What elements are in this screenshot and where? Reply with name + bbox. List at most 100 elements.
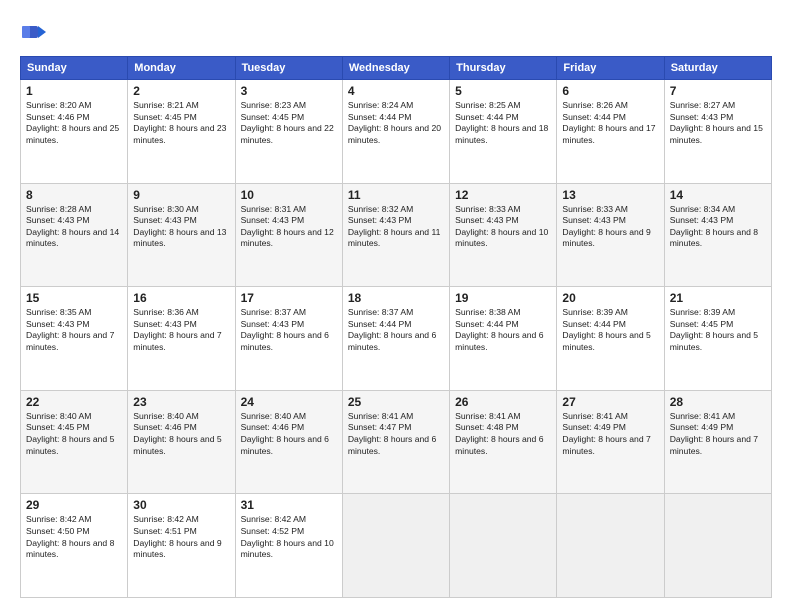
week-row-1: 1 Sunrise: 8:20 AMSunset: 4:46 PMDaylight…	[21, 80, 772, 184]
day-number: 28	[670, 395, 766, 409]
day-number: 2	[133, 84, 229, 98]
calendar-cell: 8 Sunrise: 8:28 AMSunset: 4:43 PMDaylight…	[21, 183, 128, 287]
calendar-cell: 18 Sunrise: 8:37 AMSunset: 4:44 PMDayligh…	[342, 287, 449, 391]
cell-text: Sunrise: 8:38 AMSunset: 4:44 PMDaylight:…	[455, 307, 551, 353]
calendar-cell: 17Sunrise: 8:37 AMSunset: 4:43 PMDayligh…	[235, 287, 342, 391]
cell-text: Sunrise: 8:33 AMSunset: 4:43 PMDaylight:…	[455, 204, 551, 250]
weekday-header-friday: Friday	[557, 57, 664, 80]
calendar-cell	[342, 494, 449, 598]
weekday-header-saturday: Saturday	[664, 57, 771, 80]
cell-text: Sunrise: 8:34 AMSunset: 4:43 PMDaylight:…	[670, 204, 766, 250]
calendar-cell: 2 Sunrise: 8:21 AMSunset: 4:45 PMDaylight…	[128, 80, 235, 184]
calendar-cell: 11 Sunrise: 8:32 AMSunset: 4:43 PMDayligh…	[342, 183, 449, 287]
day-number: 23	[133, 395, 229, 409]
day-number: 17	[241, 291, 337, 305]
calendar: SundayMondayTuesdayWednesdayThursdayFrid…	[20, 56, 772, 598]
cell-text: Sunrise: 8:41 AMSunset: 4:49 PMDaylight:…	[670, 411, 766, 457]
weekday-header-wednesday: Wednesday	[342, 57, 449, 80]
calendar-cell: 27 Sunrise: 8:41 AMSunset: 4:49 PMDayligh…	[557, 390, 664, 494]
calendar-cell: 23 Sunrise: 8:40 AMSunset: 4:46 PMDayligh…	[128, 390, 235, 494]
day-number: 14	[670, 188, 766, 202]
day-number: 22	[26, 395, 122, 409]
header	[20, 18, 772, 46]
day-number: 1	[26, 84, 122, 98]
cell-text: Sunrise: 8:42 AMSunset: 4:50 PMDaylight:…	[26, 514, 122, 560]
cell-text: Sunrise: 8:27 AMSunset: 4:43 PMDaylight:…	[670, 100, 766, 146]
day-number: 18	[348, 291, 444, 305]
week-row-5: 29Sunrise: 8:42 AMSunset: 4:50 PMDayligh…	[21, 494, 772, 598]
weekday-header-row: SundayMondayTuesdayWednesdayThursdayFrid…	[21, 57, 772, 80]
cell-text: Sunrise: 8:21 AMSunset: 4:45 PMDaylight:…	[133, 100, 229, 146]
cell-text: Sunrise: 8:28 AMSunset: 4:43 PMDaylight:…	[26, 204, 122, 250]
calendar-cell: 6Sunrise: 8:26 AMSunset: 4:44 PMDaylight…	[557, 80, 664, 184]
week-row-3: 15Sunrise: 8:35 AMSunset: 4:43 PMDayligh…	[21, 287, 772, 391]
calendar-cell: 5Sunrise: 8:25 AMSunset: 4:44 PMDaylight…	[450, 80, 557, 184]
day-number: 11	[348, 188, 444, 202]
cell-text: Sunrise: 8:40 AMSunset: 4:46 PMDaylight:…	[133, 411, 229, 457]
cell-text: Sunrise: 8:41 AMSunset: 4:48 PMDaylight:…	[455, 411, 551, 457]
day-number: 20	[562, 291, 658, 305]
cell-text: Sunrise: 8:41 AMSunset: 4:49 PMDaylight:…	[562, 411, 658, 457]
day-number: 30	[133, 498, 229, 512]
day-number: 31	[241, 498, 337, 512]
day-number: 15	[26, 291, 122, 305]
cell-text: Sunrise: 8:36 AMSunset: 4:43 PMDaylight:…	[133, 307, 229, 353]
weekday-header-tuesday: Tuesday	[235, 57, 342, 80]
calendar-cell: 1 Sunrise: 8:20 AMSunset: 4:46 PMDaylight…	[21, 80, 128, 184]
cell-text: Sunrise: 8:24 AMSunset: 4:44 PMDaylight:…	[348, 100, 444, 146]
day-number: 8	[26, 188, 122, 202]
calendar-cell: 19 Sunrise: 8:38 AMSunset: 4:44 PMDayligh…	[450, 287, 557, 391]
day-number: 26	[455, 395, 551, 409]
calendar-cell: 28 Sunrise: 8:41 AMSunset: 4:49 PMDayligh…	[664, 390, 771, 494]
cell-text: Sunrise: 8:31 AMSunset: 4:43 PMDaylight:…	[241, 204, 337, 250]
calendar-cell: 20 Sunrise: 8:39 AMSunset: 4:44 PMDayligh…	[557, 287, 664, 391]
calendar-cell	[557, 494, 664, 598]
cell-text: Sunrise: 8:33 AMSunset: 4:43 PMDaylight:…	[562, 204, 658, 250]
calendar-cell: 29Sunrise: 8:42 AMSunset: 4:50 PMDayligh…	[21, 494, 128, 598]
calendar-cell: 9 Sunrise: 8:30 AMSunset: 4:43 PMDaylight…	[128, 183, 235, 287]
day-number: 25	[348, 395, 444, 409]
cell-text: Sunrise: 8:39 AMSunset: 4:45 PMDaylight:…	[670, 307, 766, 353]
logo	[20, 18, 50, 46]
weekday-header-sunday: Sunday	[21, 57, 128, 80]
day-number: 21	[670, 291, 766, 305]
day-number: 16	[133, 291, 229, 305]
calendar-cell: 4 Sunrise: 8:24 AMSunset: 4:44 PMDaylight…	[342, 80, 449, 184]
calendar-cell: 3Sunrise: 8:23 AMSunset: 4:45 PMDaylight…	[235, 80, 342, 184]
calendar-cell: 24Sunrise: 8:40 AMSunset: 4:46 PMDayligh…	[235, 390, 342, 494]
calendar-cell: 12 Sunrise: 8:33 AMSunset: 4:43 PMDayligh…	[450, 183, 557, 287]
calendar-cell: 25 Sunrise: 8:41 AMSunset: 4:47 PMDayligh…	[342, 390, 449, 494]
calendar-cell: 21 Sunrise: 8:39 AMSunset: 4:45 PMDayligh…	[664, 287, 771, 391]
week-row-2: 8 Sunrise: 8:28 AMSunset: 4:43 PMDaylight…	[21, 183, 772, 287]
calendar-cell: 16 Sunrise: 8:36 AMSunset: 4:43 PMDayligh…	[128, 287, 235, 391]
logo-icon	[20, 18, 48, 46]
cell-text: Sunrise: 8:41 AMSunset: 4:47 PMDaylight:…	[348, 411, 444, 457]
day-number: 6	[562, 84, 658, 98]
weekday-header-monday: Monday	[128, 57, 235, 80]
calendar-cell: 31Sunrise: 8:42 AMSunset: 4:52 PMDayligh…	[235, 494, 342, 598]
day-number: 27	[562, 395, 658, 409]
cell-text: Sunrise: 8:20 AMSunset: 4:46 PMDaylight:…	[26, 100, 122, 146]
cell-text: Sunrise: 8:23 AMSunset: 4:45 PMDaylight:…	[241, 100, 337, 146]
calendar-cell: 10Sunrise: 8:31 AMSunset: 4:43 PMDayligh…	[235, 183, 342, 287]
calendar-cell: 26 Sunrise: 8:41 AMSunset: 4:48 PMDayligh…	[450, 390, 557, 494]
page: SundayMondayTuesdayWednesdayThursdayFrid…	[0, 0, 792, 612]
calendar-cell: 22Sunrise: 8:40 AMSunset: 4:45 PMDayligh…	[21, 390, 128, 494]
cell-text: Sunrise: 8:39 AMSunset: 4:44 PMDaylight:…	[562, 307, 658, 353]
day-number: 12	[455, 188, 551, 202]
calendar-cell: 15Sunrise: 8:35 AMSunset: 4:43 PMDayligh…	[21, 287, 128, 391]
cell-text: Sunrise: 8:30 AMSunset: 4:43 PMDaylight:…	[133, 204, 229, 250]
calendar-cell	[450, 494, 557, 598]
day-number: 19	[455, 291, 551, 305]
day-number: 7	[670, 84, 766, 98]
cell-text: Sunrise: 8:32 AMSunset: 4:43 PMDaylight:…	[348, 204, 444, 250]
calendar-cell: 13 Sunrise: 8:33 AMSunset: 4:43 PMDayligh…	[557, 183, 664, 287]
calendar-cell: 7 Sunrise: 8:27 AMSunset: 4:43 PMDaylight…	[664, 80, 771, 184]
day-number: 9	[133, 188, 229, 202]
day-number: 13	[562, 188, 658, 202]
calendar-cell: 14 Sunrise: 8:34 AMSunset: 4:43 PMDayligh…	[664, 183, 771, 287]
day-number: 4	[348, 84, 444, 98]
calendar-cell: 30Sunrise: 8:42 AMSunset: 4:51 PMDayligh…	[128, 494, 235, 598]
week-row-4: 22Sunrise: 8:40 AMSunset: 4:45 PMDayligh…	[21, 390, 772, 494]
cell-text: Sunrise: 8:37 AMSunset: 4:44 PMDaylight:…	[348, 307, 444, 353]
